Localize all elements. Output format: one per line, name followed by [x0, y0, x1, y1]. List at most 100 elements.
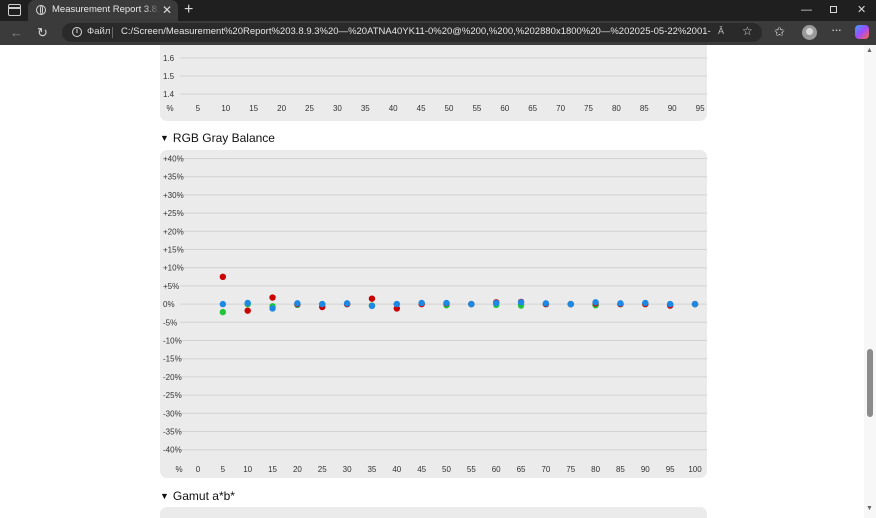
- x-tick-label: 30: [333, 104, 342, 113]
- scroll-down-icon[interactable]: ▼: [866, 505, 873, 512]
- x-tick-label: 20: [293, 465, 302, 474]
- disclosure-triangle-icon: ▼: [160, 133, 169, 143]
- section-heading-rgb-gray-balance[interactable]: ▼ RGB Gray Balance: [160, 131, 275, 145]
- blue-data-point: [368, 302, 376, 310]
- blue-data-point: [592, 299, 599, 306]
- x-tick-label: %: [175, 465, 182, 474]
- blue-data-point: [468, 300, 475, 308]
- x-tick-label: 15: [249, 104, 258, 113]
- blue-data-point: [219, 300, 227, 308]
- browser-tab[interactable]: Measurement Report 3.8.9.3 — ATNA40YK11 …: [28, 0, 178, 21]
- red-data-point: [244, 307, 251, 314]
- x-tick-label: %: [166, 104, 173, 113]
- page-scrollbar[interactable]: ▲ ▼: [864, 45, 876, 518]
- x-tick-label: 45: [417, 104, 426, 113]
- blue-data-point: [642, 299, 649, 307]
- globe-icon: [36, 5, 46, 15]
- y-tick-label: +40%: [163, 155, 184, 164]
- x-tick-label: 85: [616, 465, 625, 474]
- x-tick-label: 10: [243, 465, 252, 474]
- blue-data-point: [666, 300, 674, 308]
- y-tick-label: +15%: [163, 246, 184, 255]
- blue-data-point: [567, 300, 574, 308]
- blue-data-point: [542, 300, 550, 307]
- blue-data-point: [269, 305, 276, 312]
- browser-titlebar: Measurement Report 3.8.9.3 — ATNA40YK11 …: [0, 0, 876, 21]
- red-data-point: [219, 273, 227, 280]
- new-tab-button[interactable]: +: [184, 1, 193, 19]
- x-tick-label: 55: [467, 465, 476, 474]
- scroll-up-icon[interactable]: ▲: [866, 47, 873, 54]
- red-data-point: [269, 294, 276, 301]
- x-tick-label: 20: [277, 104, 286, 113]
- profile-avatar[interactable]: [802, 25, 817, 40]
- favorites-icon[interactable]: ✩: [774, 24, 785, 40]
- scroll-thumb[interactable]: [867, 349, 873, 417]
- x-tick-label: 90: [668, 104, 677, 113]
- address-separator: [112, 27, 113, 38]
- blue-data-point: [418, 299, 425, 307]
- x-tick-label: 45: [417, 465, 426, 474]
- x-tick-label: 0: [196, 465, 201, 474]
- x-tick-label: 95: [696, 104, 705, 113]
- file-scheme-label: Файл: [87, 26, 111, 37]
- x-tick-label: 25: [318, 465, 327, 474]
- disclosure-triangle-icon: ▼: [160, 491, 169, 501]
- x-tick-label: 30: [343, 465, 352, 474]
- y-tick-label: -5%: [163, 318, 177, 327]
- back-button[interactable]: ←: [10, 24, 23, 42]
- x-tick-label: 5: [196, 104, 201, 113]
- tab-actions-icon[interactable]: [8, 4, 21, 16]
- url-text[interactable]: C:/Screen/Measurement%20Report%203.8.9.3…: [121, 26, 711, 37]
- red-data-point: [368, 295, 376, 302]
- tab-title: Measurement Report 3.8.9.3 — ATNA40YK11: [52, 4, 160, 15]
- close-window-button[interactable]: ✕: [857, 2, 866, 18]
- x-tick-label: 55: [472, 104, 481, 113]
- x-tick-label: 70: [541, 465, 550, 474]
- x-tick-label: 90: [641, 465, 650, 474]
- close-tab-icon[interactable]: ✕: [162, 3, 172, 17]
- x-tick-label: 75: [584, 104, 593, 113]
- y-tick-label: -15%: [163, 355, 182, 364]
- blue-data-point: [244, 299, 251, 307]
- star-icon[interactable]: ☆: [742, 24, 753, 38]
- address-bar[interactable]: i Файл C:/Screen/Measurement%20Report%20…: [62, 23, 762, 42]
- section-title: RGB Gray Balance: [172, 131, 275, 145]
- y-tick-label: 1.6: [163, 54, 175, 63]
- restore-button[interactable]: [830, 6, 837, 13]
- minimize-button[interactable]: —: [801, 2, 812, 18]
- x-tick-label: 100: [688, 465, 702, 474]
- copilot-icon[interactable]: [855, 25, 869, 39]
- x-tick-label: 60: [492, 465, 501, 474]
- y-tick-label: 0%: [163, 300, 175, 309]
- more-menu-icon[interactable]: ···: [831, 22, 842, 37]
- y-tick-label: -20%: [163, 373, 182, 382]
- y-tick-label: 1.5: [163, 72, 175, 81]
- x-tick-label: 65: [517, 465, 526, 474]
- section-title: Gamut a*b*: [172, 489, 235, 503]
- x-tick-label: 95: [666, 465, 675, 474]
- x-tick-label: 80: [612, 104, 621, 113]
- x-tick-label: 50: [445, 104, 454, 113]
- blue-data-point: [493, 299, 500, 307]
- x-tick-label: 25: [305, 104, 314, 113]
- y-tick-label: +5%: [163, 282, 179, 291]
- page-viewport[interactable]: 1.6 1.5 1.4% 5 10 15 20 25 30 35 40 45 50 55 60 65 70 75 8…: [0, 45, 864, 518]
- info-icon[interactable]: i: [72, 27, 82, 37]
- x-tick-label: 65: [528, 104, 537, 113]
- blue-data-point: [319, 300, 326, 308]
- x-tick-label: 75: [566, 465, 575, 474]
- y-tick-label: -40%: [163, 446, 182, 455]
- section-heading-gamut[interactable]: ▼ Gamut a*b*: [160, 489, 235, 503]
- y-tick-label: +30%: [163, 191, 184, 200]
- blue-data-point: [443, 299, 450, 307]
- rgb-gray-balance-chart: +40% +35% +30% +25% +20% +15% +10% +5% 0% -5% -10%…: [163, 155, 707, 474]
- top-chart: 1.6 1.5 1.4% 5 10 15 20 25 30 35 40 45 50 55 60 65 70 75 8…: [163, 54, 707, 113]
- reload-button[interactable]: ↻: [37, 24, 48, 42]
- y-tick-label: -30%: [163, 409, 182, 418]
- translate-icon[interactable]: Ă: [718, 26, 724, 36]
- x-tick-label: 50: [442, 465, 451, 474]
- x-tick-label: 10: [221, 104, 230, 113]
- blue-data-point: [617, 300, 624, 307]
- x-tick-label: 15: [268, 465, 277, 474]
